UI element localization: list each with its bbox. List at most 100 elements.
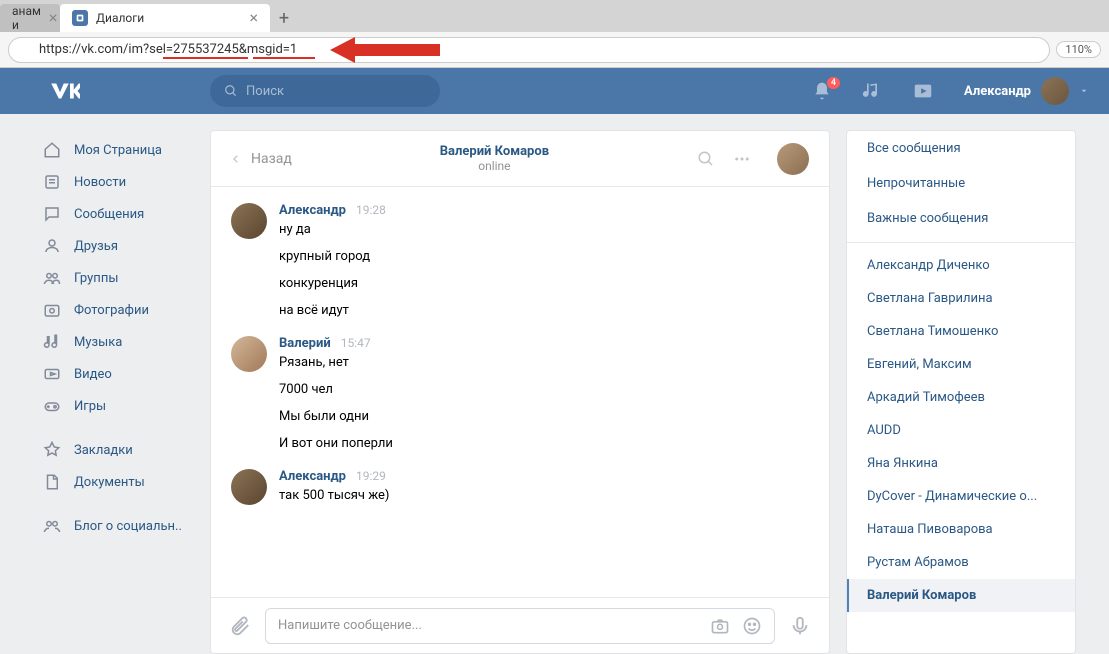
vk-logo-icon[interactable] xyxy=(50,82,90,100)
close-icon[interactable]: × xyxy=(49,10,58,26)
notifications-icon[interactable]: 4 xyxy=(812,81,832,101)
home-icon xyxy=(42,141,62,159)
nav-label: Закладки xyxy=(74,443,133,458)
nav-label: Документы xyxy=(74,475,145,490)
games-icon xyxy=(42,397,62,415)
right-panel: Все сообщенияНепрочитанныеВажные сообщен… xyxy=(846,130,1076,654)
browser-tab-strip: анам и × Диалоги × + xyxy=(0,0,1109,32)
filter-item[interactable]: Важные сообщения xyxy=(847,201,1075,236)
avatar[interactable] xyxy=(777,143,809,175)
message-text: ну да xyxy=(279,222,809,237)
avatar xyxy=(1041,77,1069,105)
emoji-icon[interactable] xyxy=(742,616,762,636)
nav-item-groups[interactable]: Группы xyxy=(42,262,210,294)
avatar[interactable] xyxy=(231,203,267,239)
dialog-item[interactable]: Валерий Комаров xyxy=(847,579,1075,612)
nav-item-photos[interactable]: Фотографии xyxy=(42,294,210,326)
back-button[interactable]: Назад xyxy=(231,151,292,167)
new-tab-button[interactable]: + xyxy=(270,4,298,32)
nav-item-friends[interactable]: Друзья xyxy=(42,230,210,262)
more-icon[interactable] xyxy=(733,150,751,168)
dialog-item[interactable]: Светлана Гаврилина xyxy=(847,282,1075,315)
dialog-item[interactable]: AUDD xyxy=(847,414,1075,447)
chat-title[interactable]: Валерий Комаров online xyxy=(292,144,697,173)
nav-item-video[interactable]: Видео xyxy=(42,358,210,390)
message-text: 7000 чел xyxy=(279,382,809,397)
nav-item-bookmarks[interactable]: Закладки xyxy=(42,434,210,466)
filter-item[interactable]: Непрочитанные xyxy=(847,166,1075,201)
nav-item-messages[interactable]: Сообщения xyxy=(42,198,210,230)
message-text: И вот они поперли xyxy=(279,436,809,451)
main-content: Моя СтраницаНовости Сообщения Друзья Группы… xyxy=(0,114,1109,654)
nav-item-news[interactable]: Новости xyxy=(42,166,210,198)
message-group: Александр 19:28 ну да крупный город конкурен… xyxy=(231,203,809,318)
filter-item[interactable]: Все сообщения xyxy=(847,131,1075,166)
close-icon[interactable]: × xyxy=(249,10,258,26)
nav-label: Видео xyxy=(74,367,112,382)
dialog-item[interactable]: Аркадий Тимофеев xyxy=(847,381,1075,414)
header-search[interactable] xyxy=(210,75,440,107)
dialog-item[interactable]: Яна Янкина xyxy=(847,447,1075,480)
nav-label: Сообщения xyxy=(74,207,144,222)
attach-icon[interactable] xyxy=(229,615,251,637)
dialog-item[interactable]: Евгений, Максим xyxy=(847,348,1075,381)
nav-item-music[interactable]: Музыка xyxy=(42,326,210,358)
address-bar: 110% xyxy=(0,32,1109,68)
video-icon xyxy=(42,365,62,383)
message-text: на всё идут xyxy=(279,303,809,318)
photos-icon xyxy=(42,301,62,319)
message-text: конкуренция xyxy=(279,276,809,291)
zoom-badge[interactable]: 110% xyxy=(1056,41,1101,58)
voice-icon[interactable] xyxy=(789,615,811,637)
chat-panel: Назад Валерий Комаров online Александр19… xyxy=(210,130,830,654)
nav-label: Группы xyxy=(74,271,118,286)
message-text: Мы были одни xyxy=(279,409,809,424)
docs-icon xyxy=(42,473,62,491)
friends-icon xyxy=(42,237,62,255)
avatar[interactable] xyxy=(231,469,267,505)
browser-tab-active[interactable]: Диалоги × xyxy=(60,4,270,32)
vk-favicon-icon xyxy=(72,10,88,26)
message-author[interactable]: Александр xyxy=(279,469,346,484)
nav-item-blog[interactable]: Блог о социальн.. xyxy=(42,510,210,542)
chevron-down-icon xyxy=(1079,86,1089,96)
avatar[interactable] xyxy=(231,336,267,372)
nav-label: Игры xyxy=(74,399,106,414)
search-icon xyxy=(224,84,238,98)
message-text: крупный город xyxy=(279,249,809,264)
nav-item-games[interactable]: Игры xyxy=(42,390,210,422)
dialog-item[interactable]: Светлана Тимошенко xyxy=(847,315,1075,348)
messages-list: Александр 19:28 ну да крупный город конкурен… xyxy=(211,187,829,597)
nav-label: Фотографии xyxy=(74,303,149,318)
nav-item-docs[interactable]: Документы xyxy=(42,466,210,498)
message-input[interactable] xyxy=(278,618,698,633)
tab-label: анам и xyxy=(12,4,41,32)
news-icon xyxy=(42,173,62,191)
chat-search-icon[interactable] xyxy=(697,150,715,168)
nav-item-home[interactable]: Моя Страница xyxy=(42,134,210,166)
nav-label: Музыка xyxy=(74,335,122,350)
message-author[interactable]: Александр xyxy=(279,203,346,218)
dialog-item[interactable]: Наташа Пивоварова xyxy=(847,513,1075,546)
dialog-item[interactable]: Рустам Абрамов xyxy=(847,546,1075,579)
music-icon xyxy=(42,333,62,351)
message-time: 19:28 xyxy=(356,203,386,218)
message-group: Александр19:29так 500 тысяч же) xyxy=(231,469,809,505)
message-text: так 500 тысяч же) xyxy=(279,488,809,503)
browser-tab-inactive[interactable]: анам и × xyxy=(0,4,60,32)
chat-header: Назад Валерий Комаров online xyxy=(211,131,829,187)
message-author[interactable]: Валерий xyxy=(279,336,331,351)
dialog-item[interactable]: Александр Диченко xyxy=(847,249,1075,282)
music-icon[interactable] xyxy=(862,81,882,101)
chat-contact-name: Валерий Комаров xyxy=(292,144,697,159)
username: Александр xyxy=(964,84,1031,99)
chat-status: online xyxy=(292,159,697,173)
camera-icon[interactable] xyxy=(710,616,730,636)
url-input[interactable] xyxy=(8,37,1050,63)
user-menu[interactable]: Александр xyxy=(964,77,1089,105)
video-play-icon[interactable] xyxy=(912,80,934,102)
dialog-item[interactable]: DyCover - Динамические о... xyxy=(847,480,1075,513)
annotation-arrow-icon xyxy=(330,35,440,65)
message-time: 15:47 xyxy=(341,336,371,351)
search-input[interactable] xyxy=(246,84,426,99)
